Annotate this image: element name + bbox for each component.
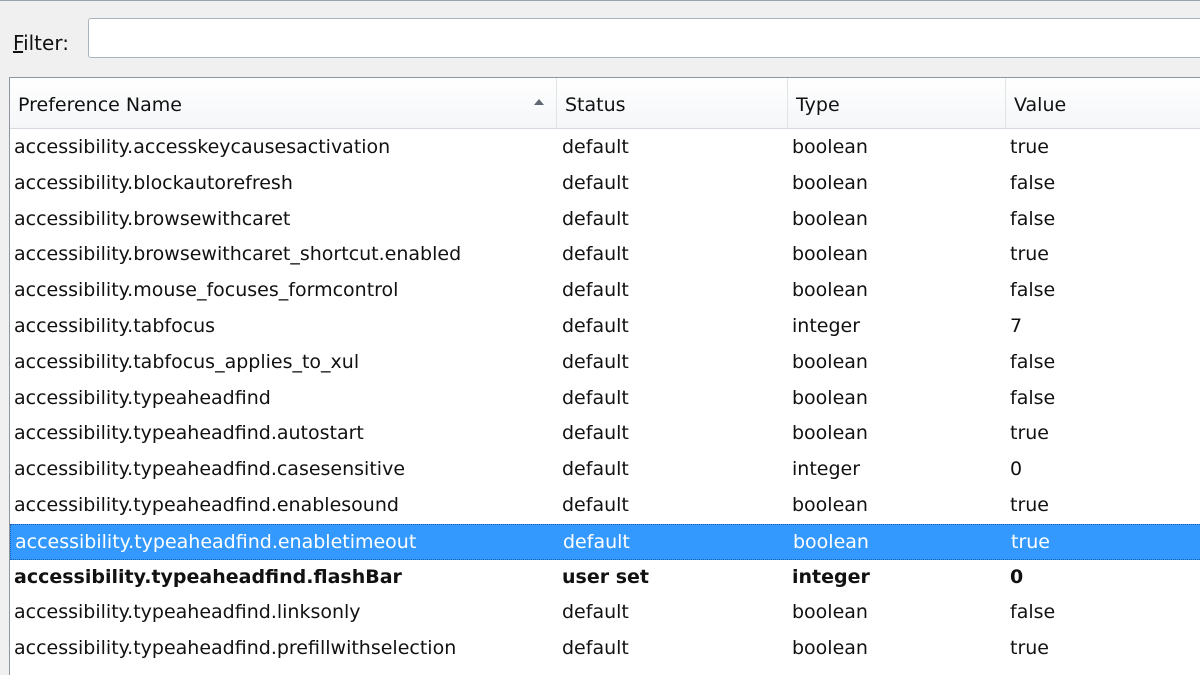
- column-header-value[interactable]: Value: [1006, 78, 1200, 128]
- column-header-value-label: Value: [1014, 94, 1067, 116]
- preference-name-cell: accessibility.typeaheadfind.autostart: [14, 422, 364, 445]
- value-cell: true: [1010, 243, 1049, 266]
- status-cell: default: [563, 530, 630, 553]
- type-cell: boolean: [792, 207, 868, 230]
- table-row[interactable]: accessibility.typeaheadfind.casesensitiv…: [10, 452, 1200, 488]
- table-row[interactable]: accessibility.typeaheadfind default boolea…: [10, 381, 1200, 417]
- status-cell: default: [562, 458, 629, 481]
- filter-label-accesskey: F: [13, 31, 24, 55]
- type-cell: boolean: [792, 136, 868, 158]
- table-row[interactable]: accessibility.tabfocus_applies_to_xul def…: [10, 345, 1200, 381]
- preference-name-cell: accessibility.browsewithcaret_shortcut.e…: [14, 243, 462, 266]
- value-cell: false: [1010, 171, 1056, 194]
- type-cell: boolean: [792, 386, 868, 409]
- filter-label-text: ilter:: [23, 31, 69, 55]
- status-cell: default: [562, 243, 629, 266]
- value-cell: false: [1010, 386, 1056, 409]
- status-cell: default: [562, 601, 629, 624]
- table-row[interactable]: accessibility.typeaheadfind.enabletimeou…: [10, 523, 1200, 560]
- type-cell: integer: [792, 565, 870, 588]
- table-row[interactable]: accessibility.browsewithcaret_shortcut.e…: [10, 237, 1200, 273]
- table-row[interactable]: accessibility.mouse_focuses_formcontrol d…: [10, 273, 1200, 309]
- value-cell: true: [1010, 136, 1049, 158]
- filter-label: Filter:: [13, 31, 69, 55]
- status-cell: default: [562, 422, 629, 445]
- preference-name-cell: accessibility.mouse_focuses_formcontrol: [14, 279, 399, 302]
- value-cell: false: [1010, 279, 1056, 302]
- preference-name-cell: accessibility.browsewithcaret: [14, 207, 291, 230]
- type-cell: boolean: [792, 243, 868, 266]
- column-header-row: Preference Name Status Type Value: [10, 78, 1200, 129]
- status-cell: default: [562, 637, 629, 660]
- preference-name-cell: accessibility.accesskeycausesactivation: [14, 136, 391, 158]
- status-cell: default: [562, 493, 629, 516]
- type-cell: boolean: [792, 279, 868, 302]
- preference-name-cell: accessibility.typeaheadfind.linksonly: [14, 601, 361, 624]
- table-row[interactable]: accessibility.typeaheadfind.enablesound d…: [10, 488, 1200, 524]
- type-cell: boolean: [792, 350, 868, 373]
- preferences-list[interactable]: Preference Name Status Type Value access…: [9, 77, 1200, 675]
- table-row[interactable]: accessibility.typeaheadfind.flashBar user…: [10, 560, 1200, 596]
- preference-name-cell: accessibility.blockautorefresh: [14, 171, 293, 194]
- status-cell: default: [562, 314, 629, 337]
- sort-ascending-icon: [534, 99, 544, 105]
- type-cell: boolean: [793, 530, 869, 553]
- value-cell: false: [1010, 350, 1056, 373]
- type-cell: boolean: [792, 493, 868, 516]
- preference-name-cell: accessibility.typeaheadfind.flashBar: [14, 565, 402, 588]
- preference-name-cell: accessibility.typeaheadfind.enablesound: [14, 493, 399, 516]
- status-cell: default: [562, 207, 629, 230]
- preference-name-cell: accessibility.typeaheadfind: [14, 386, 271, 409]
- column-header-preference-name[interactable]: Preference Name: [10, 78, 557, 128]
- table-row[interactable]: accessibility.typeaheadfind.linksonly def…: [10, 595, 1200, 631]
- value-cell: 0: [1010, 458, 1023, 481]
- value-cell: true: [1010, 637, 1049, 660]
- filter-input[interactable]: [88, 18, 1200, 58]
- status-cell: default: [562, 386, 629, 409]
- preference-name-cell: accessibility.tabfocus: [14, 314, 216, 337]
- type-cell: boolean: [792, 422, 868, 445]
- value-cell: false: [1010, 601, 1056, 624]
- status-cell: default: [562, 136, 629, 158]
- filter-bar: Filter:: [0, 1, 1200, 65]
- type-cell: integer: [792, 458, 861, 481]
- column-header-status-label: Status: [565, 94, 626, 116]
- column-header-type[interactable]: Type: [788, 78, 1006, 128]
- preferences-rows: accessibility.accesskeycausesactivation d…: [10, 130, 1200, 667]
- table-row[interactable]: accessibility.typeaheadfind.prefillwiths…: [10, 631, 1200, 667]
- status-cell: default: [562, 171, 629, 194]
- value-cell: false: [1010, 207, 1056, 230]
- status-cell: default: [562, 279, 629, 302]
- table-row[interactable]: accessibility.typeaheadfind.autostart def…: [10, 416, 1200, 452]
- table-row[interactable]: accessibility.tabfocus default integer 7: [10, 309, 1200, 345]
- table-row[interactable]: accessibility.browsewithcaret default bool…: [10, 202, 1200, 238]
- value-cell: 0: [1010, 565, 1024, 588]
- value-cell: true: [1010, 422, 1049, 445]
- table-row[interactable]: accessibility.blockautorefresh default boo…: [10, 166, 1200, 202]
- preference-name-cell: accessibility.typeaheadfind.prefillwiths…: [14, 637, 457, 660]
- about-config-window: Filter: Preference Name Status Type Valu…: [0, 0, 1200, 675]
- column-header-type-label: Type: [796, 94, 840, 116]
- column-header-preference-name-label: Preference Name: [18, 94, 182, 116]
- status-cell: user set: [562, 565, 649, 588]
- type-cell: boolean: [792, 637, 868, 660]
- value-cell: 7: [1010, 314, 1023, 337]
- type-cell: integer: [792, 314, 861, 337]
- preference-name-cell: accessibility.tabfocus_applies_to_xul: [14, 350, 360, 373]
- preference-name-cell: accessibility.typeaheadfind.casesensitiv…: [14, 458, 406, 481]
- preference-name-cell: accessibility.typeaheadfind.enabletimeou…: [15, 530, 417, 553]
- value-cell: true: [1010, 493, 1049, 516]
- type-cell: boolean: [792, 171, 868, 194]
- table-row[interactable]: accessibility.accesskeycausesactivation d…: [10, 130, 1200, 166]
- type-cell: boolean: [792, 601, 868, 624]
- column-header-status[interactable]: Status: [557, 78, 788, 128]
- value-cell: true: [1011, 530, 1050, 553]
- status-cell: default: [562, 350, 629, 373]
